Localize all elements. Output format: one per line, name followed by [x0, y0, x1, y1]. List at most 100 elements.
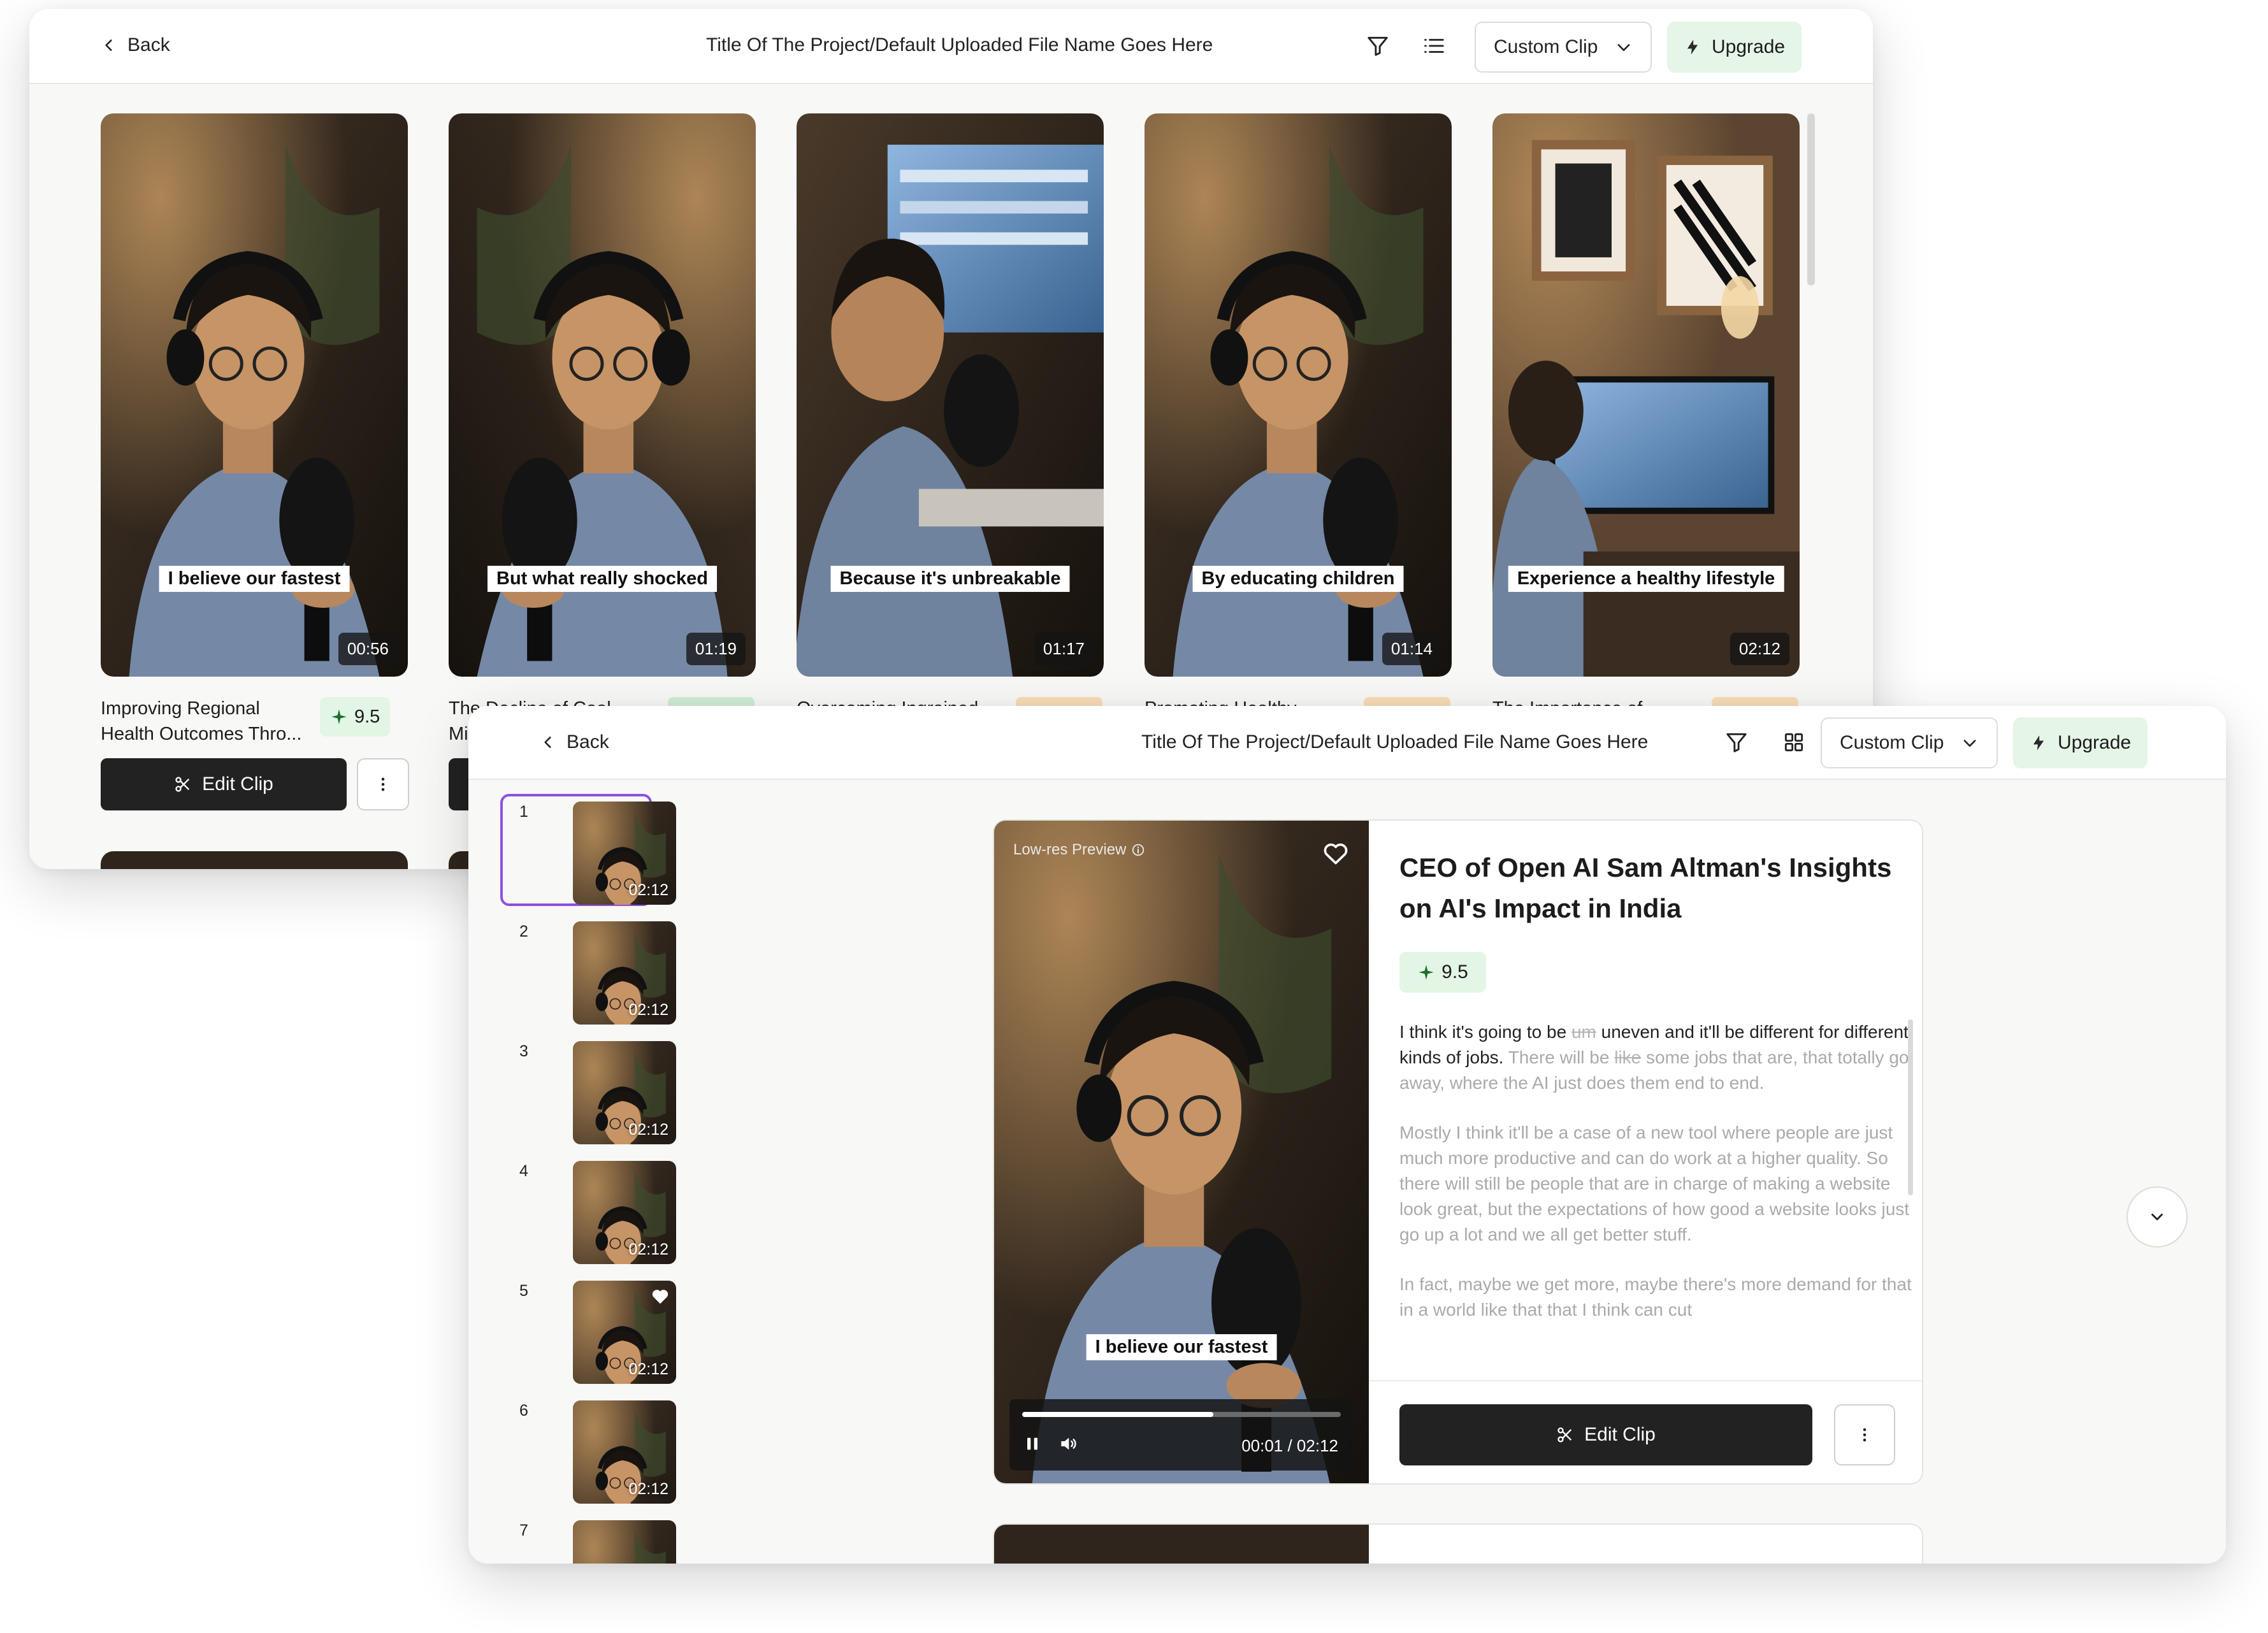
upgrade-label: Upgrade [1712, 36, 1786, 57]
clip-number: 7 [519, 1521, 528, 1539]
clip-card[interactable]: Because it's unbreakable 01:17 [797, 113, 1104, 677]
clip-thumbnail-image [797, 113, 1104, 677]
clip-card[interactable]: Experience a healthy lifestyle 02:12 [1492, 113, 1800, 677]
clip-info-panel: CEO of Open AI Sam Altman's Insights on … [1369, 821, 1922, 1483]
clip-thumbnail-image [449, 113, 756, 677]
clip-type-select[interactable]: Custom Clip [1821, 717, 1998, 768]
gallery-scrollbar[interactable] [1807, 113, 1815, 285]
clip-number: 6 [519, 1402, 528, 1420]
transcript-scrollbar[interactable] [1908, 1019, 1913, 1195]
scissors-icon [175, 777, 190, 792]
clip-caption: But what really shocked [488, 566, 717, 592]
clip-thumbnail[interactable]: By educating children 01:14 [1145, 113, 1452, 677]
clip-title: CEO of Open AI Sam Altman's Insights on … [1399, 852, 1892, 923]
clip-duration: 01:14 [1382, 633, 1441, 665]
video-player[interactable]: Low-res Preview I believe our fastest 00… [994, 821, 1369, 1485]
sparkle-icon [331, 709, 347, 724]
clip-duration: 02:12 [628, 1001, 668, 1019]
clip-actions: Edit Clip [1369, 1380, 1922, 1483]
next-clip-card[interactable] [993, 1523, 1923, 1564]
clip-caption: By educating children [1192, 566, 1404, 592]
edit-clip-button[interactable]: Edit Clip [101, 758, 347, 810]
video-progress-fill [1022, 1412, 1213, 1417]
clip-thumbnail-image [1145, 113, 1452, 677]
clip-duration: 01:17 [1034, 633, 1094, 665]
sidebar-clip-item[interactable]: 7 [500, 1514, 651, 1564]
clip-thumbnail[interactable]: Because it's unbreakable 01:17 [797, 113, 1104, 677]
back-button[interactable]: Back [540, 731, 609, 753]
sidebar-clip-thumbnail[interactable]: 02:12 [573, 1041, 676, 1144]
detail-header: Back Title Of The Project/Default Upload… [468, 706, 2226, 780]
sidebar-clip-item[interactable]: 5 02:12 [500, 1274, 651, 1383]
sidebar-clip-thumbnail[interactable]: 02:12 [573, 1161, 676, 1264]
clip-detail-window: Back Title Of The Project/Default Upload… [468, 706, 2226, 1564]
clip-thumbnail[interactable] [101, 851, 408, 869]
back-label: Back [567, 731, 609, 752]
volume-icon[interactable] [1058, 1434, 1078, 1454]
clip-number: 1 [519, 803, 528, 821]
sidebar-clip-thumbnail[interactable] [573, 1520, 676, 1564]
clip-title: Improving Regional Health Outcomes Thro.… [101, 696, 317, 747]
list-view-button[interactable] [1416, 28, 1452, 64]
transcript[interactable]: I think it's going to be um uneven and i… [1399, 1019, 1914, 1357]
video-frame [994, 821, 1369, 1485]
clip-title-line: Improving Regional [101, 698, 260, 719]
filter-icon [1368, 36, 1388, 56]
filter-button[interactable] [1360, 28, 1396, 64]
clip-detail-card: Low-res Preview I believe our fastest 00… [993, 819, 1923, 1485]
chevron-down-icon [1963, 740, 1976, 747]
clip-thumbnail[interactable]: I believe our fastest 00:56 [101, 113, 408, 677]
gallery-header: Back Title Of The Project/Default Upload… [29, 9, 1873, 84]
heart-icon[interactable] [1322, 840, 1350, 868]
edit-clip-label: Edit Clip [202, 773, 273, 795]
filter-button[interactable] [1719, 724, 1754, 760]
clip-duration: 02:12 [628, 881, 668, 899]
chevron-left-icon [544, 737, 551, 748]
upgrade-label: Upgrade [2058, 732, 2132, 753]
clip-card[interactable]: I believe our fastest 00:56 [101, 113, 408, 677]
heart-filled-icon[interactable] [651, 1287, 670, 1306]
sidebar-clip-item[interactable]: 4 02:12 [500, 1155, 651, 1263]
more-vertical-icon [381, 777, 385, 791]
clip-thumbnail[interactable]: But what really shocked 01:19 [449, 113, 756, 677]
clip-title-line: Health Outcomes Thro... [101, 724, 302, 744]
clip-type-value: Custom Clip [1494, 36, 1598, 57]
clip-duration: 02:12 [628, 1480, 668, 1498]
removed-filler-word[interactable]: um [1571, 1022, 1596, 1042]
project-title: Title Of The Project/Default Uploaded Fi… [706, 34, 1213, 55]
low-res-preview-label: Low-res Preview [1013, 841, 1145, 859]
chevron-down-icon [2151, 1213, 2163, 1221]
back-button[interactable]: Back [101, 34, 170, 56]
sidebar-clip-thumbnail[interactable]: 02:12 [573, 1281, 676, 1384]
upgrade-button[interactable]: Upgrade [1667, 22, 1802, 73]
grid-view-button[interactable] [1776, 724, 1812, 760]
clip-type-select[interactable]: Custom Clip [1475, 22, 1652, 73]
edit-clip-button[interactable]: Edit Clip [1399, 1404, 1812, 1465]
virality-score-badge: 9.5 [1399, 952, 1486, 993]
clip-type-value: Custom Clip [1840, 732, 1944, 753]
clip-card[interactable]: By educating children 01:14 [1145, 113, 1452, 677]
bolt-icon [2033, 735, 2044, 751]
more-options-button[interactable] [357, 758, 409, 810]
clip-card[interactable]: But what really shocked 01:19 [449, 113, 756, 677]
list-icon [1424, 39, 1444, 53]
clip-thumbnail[interactable]: Experience a healthy lifestyle 02:12 [1492, 113, 1800, 677]
sidebar-clip-item[interactable]: 1 02:12 [500, 795, 651, 903]
sidebar-clip-thumbnail[interactable]: 02:12 [573, 802, 676, 905]
video-progress-bar[interactable] [1022, 1412, 1341, 1417]
info-icon[interactable] [1131, 843, 1145, 857]
removed-filler-word[interactable]: like [1614, 1047, 1641, 1067]
sidebar-clip-thumbnail[interactable]: 02:12 [573, 921, 676, 1025]
pause-icon[interactable] [1022, 1434, 1043, 1454]
more-options-button[interactable] [1834, 1404, 1895, 1465]
scroll-next-button[interactable] [2127, 1186, 2188, 1248]
sidebar-clip-item[interactable]: 2 02:12 [500, 915, 651, 1023]
clip-duration: 02:12 [628, 1360, 668, 1378]
upgrade-button[interactable]: Upgrade [2013, 717, 2148, 768]
sidebar-clip-item[interactable]: 3 02:12 [500, 1035, 651, 1143]
sidebar-clip-thumbnail[interactable]: 02:12 [573, 1400, 676, 1504]
video-caption: I believe our fastest [1086, 1334, 1277, 1360]
clip-caption: Experience a healthy lifestyle [1508, 566, 1784, 592]
more-vertical-icon [1863, 1428, 1867, 1442]
sidebar-clip-item[interactable]: 6 02:12 [500, 1394, 651, 1502]
